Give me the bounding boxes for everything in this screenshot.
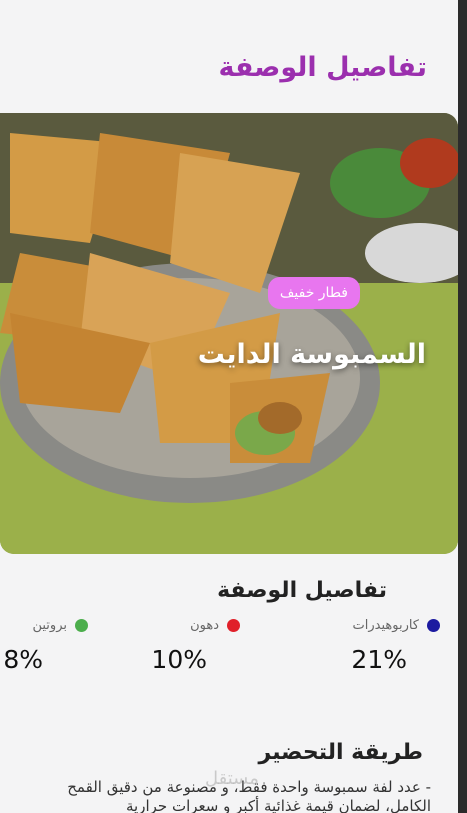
protein-dot-icon bbox=[75, 619, 88, 632]
nutrient-value: 10% bbox=[151, 645, 207, 674]
preparation-title: طريقة التحضير bbox=[258, 740, 423, 765]
nutrient-value: 8% bbox=[3, 645, 43, 674]
carbs-dot-icon bbox=[427, 619, 440, 632]
meal-type-badge: فطار خفيف bbox=[267, 277, 360, 309]
nutrient-carbs: كاربوهيدرات 21% bbox=[300, 618, 440, 688]
nutrient-value: 21% bbox=[351, 645, 407, 674]
nutrient-label: بروتين bbox=[32, 618, 67, 633]
scroll-rail bbox=[458, 0, 467, 813]
recipe-name: السمبوسة الدايت bbox=[197, 339, 426, 370]
fats-dot-icon bbox=[227, 619, 240, 632]
nutrient-fats: دهون 10% bbox=[100, 618, 240, 688]
nutrient-label: كاربوهيدرات bbox=[352, 618, 420, 633]
watermark-logo: مستقل bbox=[205, 768, 259, 789]
nutrient-protein: بروتين 8% bbox=[0, 618, 88, 688]
recipe-hero-image: فطار خفيف السمبوسة الدايت bbox=[0, 113, 458, 554]
nutrient-label: دهون bbox=[190, 618, 219, 633]
details-section-title: تفاصيل الوصفة bbox=[217, 578, 387, 603]
page-title: تفاصيل الوصفة bbox=[218, 52, 427, 83]
